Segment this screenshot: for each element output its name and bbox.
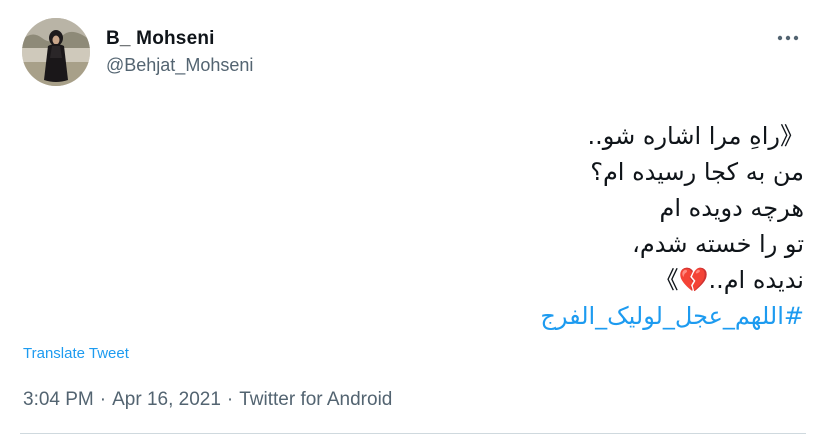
display-name[interactable]: B_ Mohseni (106, 28, 215, 50)
meta-separator: · (226, 389, 234, 410)
hashtag-link[interactable]: #اللهم_عجل_لولیک_الفرج (244, 298, 804, 334)
translate-tweet-link[interactable]: Translate Tweet (23, 345, 129, 362)
profile-photo-image (22, 18, 90, 86)
user-handle[interactable]: @Behjat_Mohseni (106, 55, 253, 76)
tweet-card: B_ Mohseni @Behjat_Mohseni 《راهِ مرا اشا… (0, 0, 826, 438)
tweet-line: ندیده ام..💔》 (654, 266, 804, 294)
more-options-icon (777, 35, 799, 41)
tweet-line: هرچه دویده ام (659, 194, 804, 222)
tweet-source[interactable]: Twitter for Android (239, 389, 392, 411)
divider (20, 433, 806, 434)
tweet-line: من به کجا رسیده ام؟ (590, 158, 804, 186)
avatar[interactable] (22, 18, 90, 86)
tweet-date[interactable]: Apr 16, 2021 (112, 389, 221, 411)
tweet-time[interactable]: 3:04 PM (23, 389, 94, 411)
tweet-metadata: 3:04 PM · Apr 16, 2021 · Twitter for And… (23, 389, 392, 411)
meta-separator: · (99, 389, 107, 410)
tweet-line: تو را خسته شدم، (632, 230, 804, 258)
more-options-button[interactable] (774, 28, 802, 48)
tweet-text: 《راهِ مرا اشاره شو.. من به کجا رسیده ام؟… (244, 118, 804, 334)
tweet-line: 《راهِ مرا اشاره شو.. (587, 122, 804, 150)
